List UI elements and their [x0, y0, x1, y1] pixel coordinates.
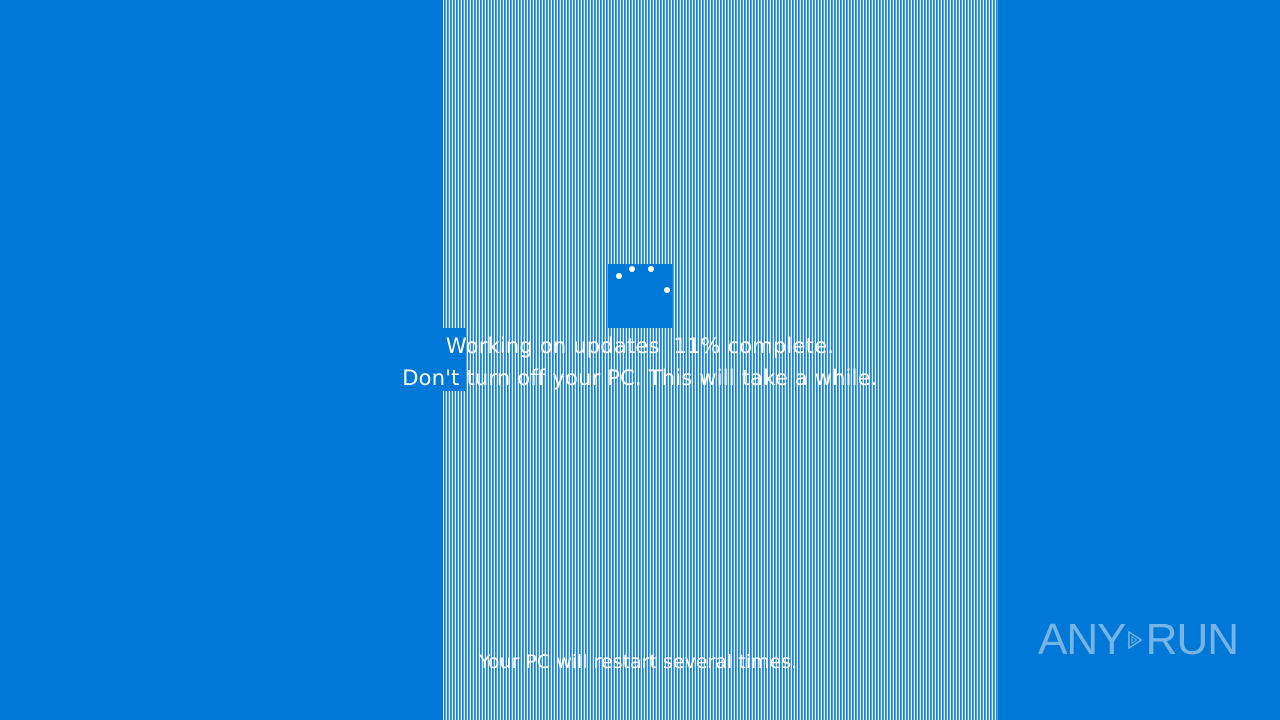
loading-dots-icon — [664, 287, 670, 293]
update-screen: Working on updates 11% complete. Don't t… — [0, 0, 1280, 720]
play-triangle-icon — [1128, 631, 1143, 649]
update-progress-text: Working on updates 11% complete. — [445, 334, 835, 358]
update-warning-text: Don't turn off your PC. This will take a… — [402, 366, 878, 390]
loading-dots-icon — [616, 273, 622, 279]
loading-dots-icon — [629, 266, 635, 272]
watermark-text-left: ANY — [1038, 615, 1126, 664]
anyrun-watermark: ANY RUN — [1038, 608, 1239, 672]
loading-spinner — [608, 264, 672, 328]
loading-dots-icon — [648, 266, 654, 272]
watermark-text-right: RUN — [1145, 615, 1239, 664]
